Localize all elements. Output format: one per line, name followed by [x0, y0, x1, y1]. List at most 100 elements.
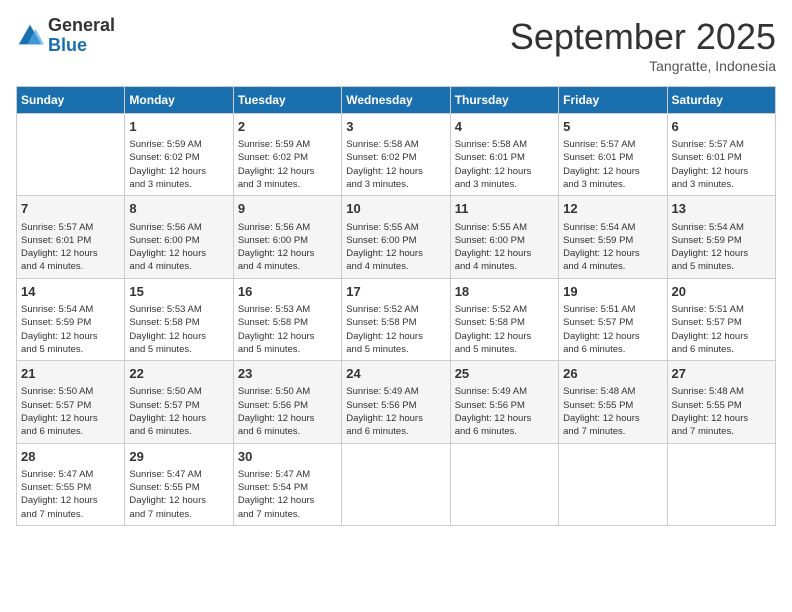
day-info: Sunrise: 5:49 AM Sunset: 5:56 PM Dayligh…: [455, 385, 554, 438]
calendar-cell: 4 Sunrise: 5:58 AM Sunset: 6:01 PM Daylig…: [450, 114, 558, 196]
calendar-cell: 27 Sunrise: 5:48 AM Sunset: 5:55 PM Dayli…: [667, 361, 775, 443]
calendar-cell: 8Sunrise: 5:56 AM Sunset: 6:00 PM Daylig…: [125, 196, 233, 278]
day-info: Sunrise: 5:48 AM Sunset: 5:55 PM Dayligh…: [563, 385, 662, 438]
calendar-cell: [667, 443, 775, 525]
day-info: Sunrise: 5:58 AM Sunset: 6:02 PM Dayligh…: [346, 138, 445, 191]
day-info: Sunrise: 5:52 AM Sunset: 5:58 PM Dayligh…: [346, 303, 445, 356]
month-title: September 2025: [510, 16, 776, 58]
calendar-cell: [559, 443, 667, 525]
day-number: 27: [672, 365, 771, 383]
day-number: 7: [21, 200, 120, 218]
day-number: 15: [129, 283, 228, 301]
day-number: 2: [238, 118, 337, 136]
day-info: Sunrise: 5:49 AM Sunset: 5:56 PM Dayligh…: [346, 385, 445, 438]
day-info: Sunrise: 5:51 AM Sunset: 5:57 PM Dayligh…: [672, 303, 771, 356]
day-info: Sunrise: 5:57 AM Sunset: 6:01 PM Dayligh…: [672, 138, 771, 191]
day-header-friday: Friday: [559, 87, 667, 114]
calendar-cell: 13 Sunrise: 5:54 AM Sunset: 5:59 PM Dayli…: [667, 196, 775, 278]
title-block: September 2025 Tangratte, Indonesia: [510, 16, 776, 74]
calendar-cell: 23 Sunrise: 5:50 AM Sunset: 5:56 PM Dayli…: [233, 361, 341, 443]
logo-icon: [16, 22, 44, 50]
calendar-cell: [17, 114, 125, 196]
calendar-cell: 21 Sunrise: 5:50 AM Sunset: 5:57 PM Dayli…: [17, 361, 125, 443]
day-info: Sunrise: 5:57 AM Sunset: 6:01 PM Dayligh…: [563, 138, 662, 191]
calendar-header-row: SundayMondayTuesdayWednesdayThursdayFrid…: [17, 87, 776, 114]
calendar-cell: 14Sunrise: 5:54 AM Sunset: 5:59 PM Dayli…: [17, 278, 125, 360]
day-info: Sunrise: 5:54 AM Sunset: 5:59 PM Dayligh…: [672, 221, 771, 274]
day-number: 16: [238, 283, 337, 301]
calendar-cell: 10 Sunrise: 5:55 AM Sunset: 6:00 PM Dayli…: [342, 196, 450, 278]
calendar-week-row: 14Sunrise: 5:54 AM Sunset: 5:59 PM Dayli…: [17, 278, 776, 360]
page-header: General Blue September 2025 Tangratte, I…: [16, 16, 776, 74]
calendar-cell: 12 Sunrise: 5:54 AM Sunset: 5:59 PM Dayli…: [559, 196, 667, 278]
day-number: 1: [129, 118, 228, 136]
day-number: 23: [238, 365, 337, 383]
day-number: 12: [563, 200, 662, 218]
day-number: 13: [672, 200, 771, 218]
day-number: 4: [455, 118, 554, 136]
calendar-cell: 5 Sunrise: 5:57 AM Sunset: 6:01 PM Daylig…: [559, 114, 667, 196]
day-number: 9: [238, 200, 337, 218]
day-info: Sunrise: 5:59 AM Sunset: 6:02 PM Dayligh…: [238, 138, 337, 191]
day-number: 19: [563, 283, 662, 301]
day-header-wednesday: Wednesday: [342, 87, 450, 114]
day-number: 17: [346, 283, 445, 301]
calendar-cell: 26Sunrise: 5:48 AM Sunset: 5:55 PM Dayli…: [559, 361, 667, 443]
day-number: 5: [563, 118, 662, 136]
calendar-cell: 24Sunrise: 5:49 AM Sunset: 5:56 PM Dayli…: [342, 361, 450, 443]
day-info: Sunrise: 5:51 AM Sunset: 5:57 PM Dayligh…: [563, 303, 662, 356]
calendar-cell: 28 Sunrise: 5:47 AM Sunset: 5:55 PM Dayli…: [17, 443, 125, 525]
day-info: Sunrise: 5:53 AM Sunset: 5:58 PM Dayligh…: [129, 303, 228, 356]
day-number: 11: [455, 200, 554, 218]
calendar-cell: 22Sunrise: 5:50 AM Sunset: 5:57 PM Dayli…: [125, 361, 233, 443]
calendar-cell: 9 Sunrise: 5:56 AM Sunset: 6:00 PM Daylig…: [233, 196, 341, 278]
day-info: Sunrise: 5:47 AM Sunset: 5:54 PM Dayligh…: [238, 468, 337, 521]
calendar-cell: 25 Sunrise: 5:49 AM Sunset: 5:56 PM Dayli…: [450, 361, 558, 443]
calendar-cell: [450, 443, 558, 525]
day-number: 30: [238, 448, 337, 466]
day-number: 21: [21, 365, 120, 383]
location-subtitle: Tangratte, Indonesia: [510, 58, 776, 74]
day-number: 10: [346, 200, 445, 218]
day-info: Sunrise: 5:56 AM Sunset: 6:00 PM Dayligh…: [238, 221, 337, 274]
day-number: 14: [21, 283, 120, 301]
calendar-cell: 11 Sunrise: 5:55 AM Sunset: 6:00 PM Dayli…: [450, 196, 558, 278]
calendar-cell: 1 Sunrise: 5:59 AM Sunset: 6:02 PM Daylig…: [125, 114, 233, 196]
day-number: 25: [455, 365, 554, 383]
calendar-table: SundayMondayTuesdayWednesdayThursdayFrid…: [16, 86, 776, 526]
day-number: 28: [21, 448, 120, 466]
day-info: Sunrise: 5:50 AM Sunset: 5:56 PM Dayligh…: [238, 385, 337, 438]
day-info: Sunrise: 5:48 AM Sunset: 5:55 PM Dayligh…: [672, 385, 771, 438]
day-header-saturday: Saturday: [667, 87, 775, 114]
day-info: Sunrise: 5:47 AM Sunset: 5:55 PM Dayligh…: [129, 468, 228, 521]
day-number: 22: [129, 365, 228, 383]
day-info: Sunrise: 5:55 AM Sunset: 6:00 PM Dayligh…: [455, 221, 554, 274]
calendar-cell: [342, 443, 450, 525]
day-info: Sunrise: 5:58 AM Sunset: 6:01 PM Dayligh…: [455, 138, 554, 191]
day-header-tuesday: Tuesday: [233, 87, 341, 114]
calendar-cell: 3Sunrise: 5:58 AM Sunset: 6:02 PM Daylig…: [342, 114, 450, 196]
day-info: Sunrise: 5:57 AM Sunset: 6:01 PM Dayligh…: [21, 221, 120, 274]
day-info: Sunrise: 5:53 AM Sunset: 5:58 PM Dayligh…: [238, 303, 337, 356]
calendar-cell: 18 Sunrise: 5:52 AM Sunset: 5:58 PM Dayli…: [450, 278, 558, 360]
day-info: Sunrise: 5:59 AM Sunset: 6:02 PM Dayligh…: [129, 138, 228, 191]
calendar-cell: 17 Sunrise: 5:52 AM Sunset: 5:58 PM Dayli…: [342, 278, 450, 360]
logo-blue-text: Blue: [48, 36, 115, 56]
day-number: 6: [672, 118, 771, 136]
day-header-sunday: Sunday: [17, 87, 125, 114]
day-header-thursday: Thursday: [450, 87, 558, 114]
day-number: 20: [672, 283, 771, 301]
day-info: Sunrise: 5:56 AM Sunset: 6:00 PM Dayligh…: [129, 221, 228, 274]
day-info: Sunrise: 5:55 AM Sunset: 6:00 PM Dayligh…: [346, 221, 445, 274]
calendar-week-row: 21 Sunrise: 5:50 AM Sunset: 5:57 PM Dayli…: [17, 361, 776, 443]
calendar-cell: 19 Sunrise: 5:51 AM Sunset: 5:57 PM Dayli…: [559, 278, 667, 360]
day-number: 18: [455, 283, 554, 301]
calendar-cell: 30 Sunrise: 5:47 AM Sunset: 5:54 PM Dayli…: [233, 443, 341, 525]
calendar-cell: 29Sunrise: 5:47 AM Sunset: 5:55 PM Dayli…: [125, 443, 233, 525]
day-header-monday: Monday: [125, 87, 233, 114]
day-info: Sunrise: 5:50 AM Sunset: 5:57 PM Dayligh…: [21, 385, 120, 438]
calendar-cell: 6 Sunrise: 5:57 AM Sunset: 6:01 PM Daylig…: [667, 114, 775, 196]
day-info: Sunrise: 5:47 AM Sunset: 5:55 PM Dayligh…: [21, 468, 120, 521]
day-info: Sunrise: 5:52 AM Sunset: 5:58 PM Dayligh…: [455, 303, 554, 356]
day-info: Sunrise: 5:54 AM Sunset: 5:59 PM Dayligh…: [563, 221, 662, 274]
